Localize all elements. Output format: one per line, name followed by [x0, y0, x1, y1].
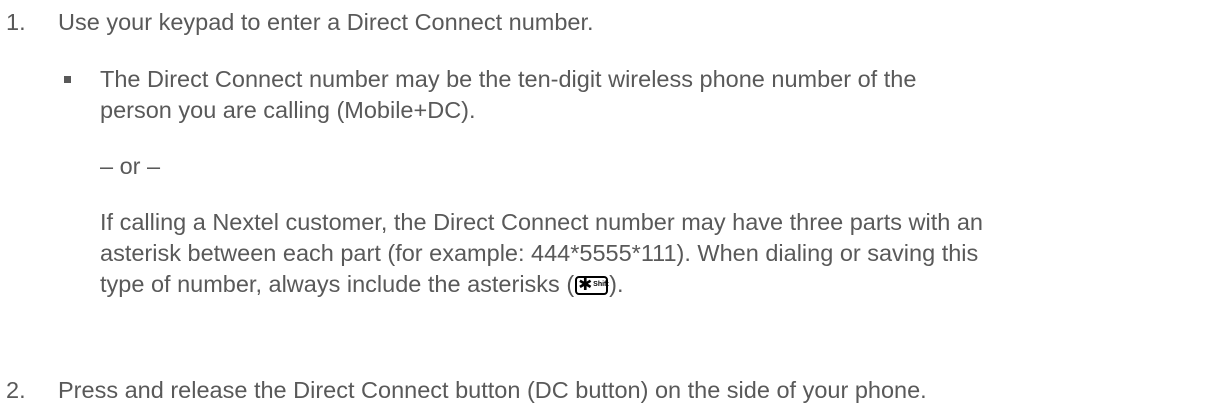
paragraph-line-3-start: type of number, always include the aster…: [100, 271, 575, 297]
bullet-text-line-1: The Direct Connect number may be the ten…: [100, 66, 917, 92]
shift-key-label: Shift: [593, 281, 609, 288]
star-key-glyph: ✱: [578, 275, 593, 294]
star-shift-key-icon: ✱ Shift: [575, 275, 609, 295]
step-1-number: 1.: [6, 9, 26, 35]
or-separator: – or –: [100, 153, 161, 179]
paragraph-line-2: asterisk between each part (for example:…: [100, 240, 979, 266]
paragraph-line-1: If calling a Nextel customer, the Direct…: [100, 209, 983, 235]
bullet-text-line-2: person you are calling (Mobile+DC).: [100, 97, 476, 123]
paragraph-line-3-end: ).: [609, 271, 624, 297]
step-1-text: Use your keypad to enter a Direct Connec…: [58, 9, 594, 35]
paragraph-line-3: type of number, always include the aster…: [100, 268, 624, 301]
bullet-marker: [64, 76, 71, 83]
step-2-text: Press and release the Direct Connect but…: [58, 377, 927, 403]
step-2-number: 2.: [6, 377, 26, 403]
